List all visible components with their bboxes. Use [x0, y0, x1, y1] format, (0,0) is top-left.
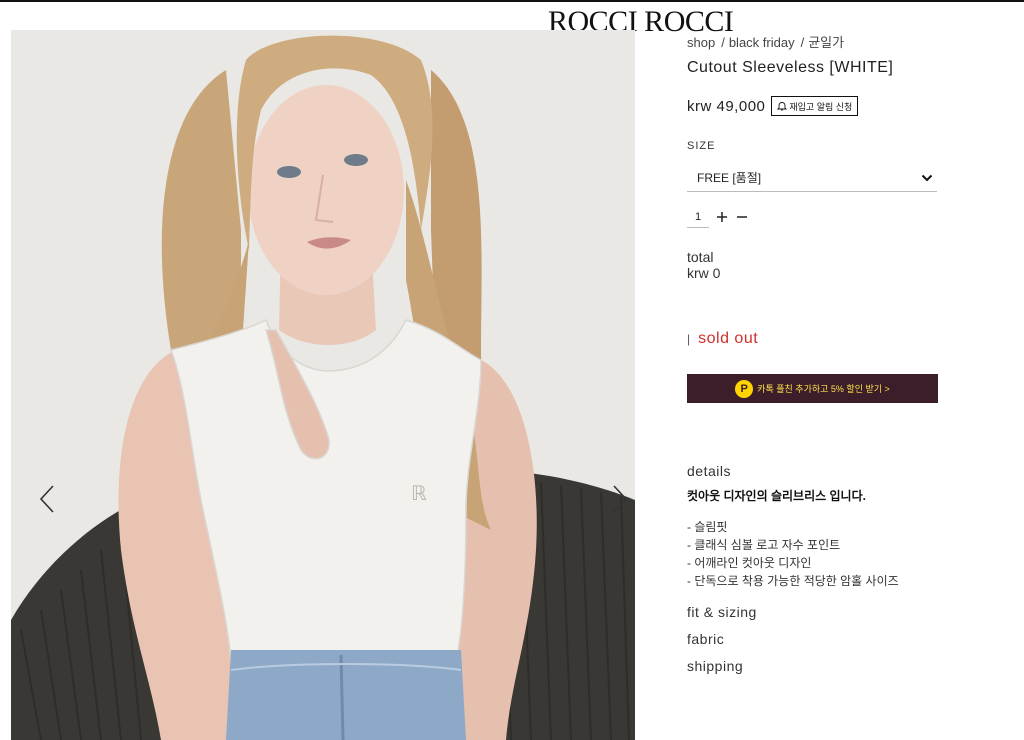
product-title: Cutout Sleeveless [WHITE] — [687, 59, 894, 76]
breadcrumb-black-friday[interactable]: black friday — [729, 35, 795, 50]
details-bullet: - 클래식 심볼 로고 자수 포인트 — [687, 538, 841, 552]
total-label: total — [687, 249, 714, 265]
size-selected-value: FREE [품절] — [697, 171, 762, 185]
status-divider: | — [687, 332, 691, 346]
fit-sizing-link[interactable]: fit & sizing — [687, 604, 757, 620]
bell-icon — [777, 102, 788, 111]
product-price: krw 49,000 — [687, 97, 766, 115]
product-photo-illustration: ℝ — [11, 30, 635, 740]
price-row: krw 49,000 재입고 알림 신청 — [687, 96, 859, 116]
chevron-left-icon — [39, 485, 54, 513]
quantity-stepper: 1 — [687, 206, 749, 228]
details-bullet: - 어깨라인 컷아웃 디자인 — [687, 556, 812, 570]
breadcrumb-separator: / — [800, 35, 805, 50]
breadcrumb-shop[interactable]: shop — [687, 35, 715, 50]
quantity-decrease-button[interactable] — [735, 210, 749, 224]
details-bullet: - 단독으로 착용 가능한 적당한 암홀 사이즈 — [687, 574, 899, 588]
kakao-point-icon: P — [735, 379, 754, 398]
sold-out-label: sold out — [698, 330, 759, 347]
details-heading[interactable]: details — [687, 463, 731, 479]
size-select[interactable]: FREE [품절] — [687, 164, 937, 192]
total-value: krw 0 — [687, 265, 721, 281]
details-bullet: - 슬림핏 — [687, 520, 728, 534]
kakao-banner-text: 카톡 플친 추가하고 5% 할인 받기 > — [757, 384, 890, 394]
chevron-down-icon — [921, 174, 933, 181]
gallery-next-button[interactable] — [608, 482, 632, 516]
chevron-right-icon — [613, 485, 628, 513]
size-label: SIZE — [687, 140, 716, 152]
shipping-link[interactable]: shipping — [687, 658, 743, 674]
restock-alert-label: 재입고 알림 신청 — [789, 101, 853, 112]
top-border — [0, 0, 1024, 2]
svg-text:ℝ: ℝ — [411, 483, 427, 505]
stock-status: | sold out — [687, 330, 758, 348]
quantity-increase-button[interactable] — [715, 210, 729, 224]
quantity-input[interactable]: 1 — [687, 206, 709, 228]
breadcrumb-separator: / — [721, 35, 725, 50]
plus-icon — [717, 212, 727, 222]
kakao-friend-banner[interactable]: P 카톡 플친 추가하고 5% 할인 받기 > — [687, 374, 938, 403]
restock-alert-button[interactable]: 재입고 알림 신청 — [771, 96, 859, 116]
fabric-link[interactable]: fabric — [687, 631, 724, 647]
minus-icon — [737, 216, 747, 218]
gallery-prev-button[interactable] — [35, 482, 59, 516]
details-lead: 컷아웃 디자인의 슬리브리스 입니다. — [687, 489, 866, 503]
details-list: - 슬림핏 - 클래식 심볼 로고 자수 포인트 - 어깨라인 컷아웃 디자인 … — [687, 518, 899, 590]
breadcrumb: shop / black friday / 균일가 — [687, 32, 844, 51]
breadcrumb-flat-price[interactable]: 균일가 — [808, 35, 844, 50]
product-image: ℝ — [11, 30, 635, 740]
